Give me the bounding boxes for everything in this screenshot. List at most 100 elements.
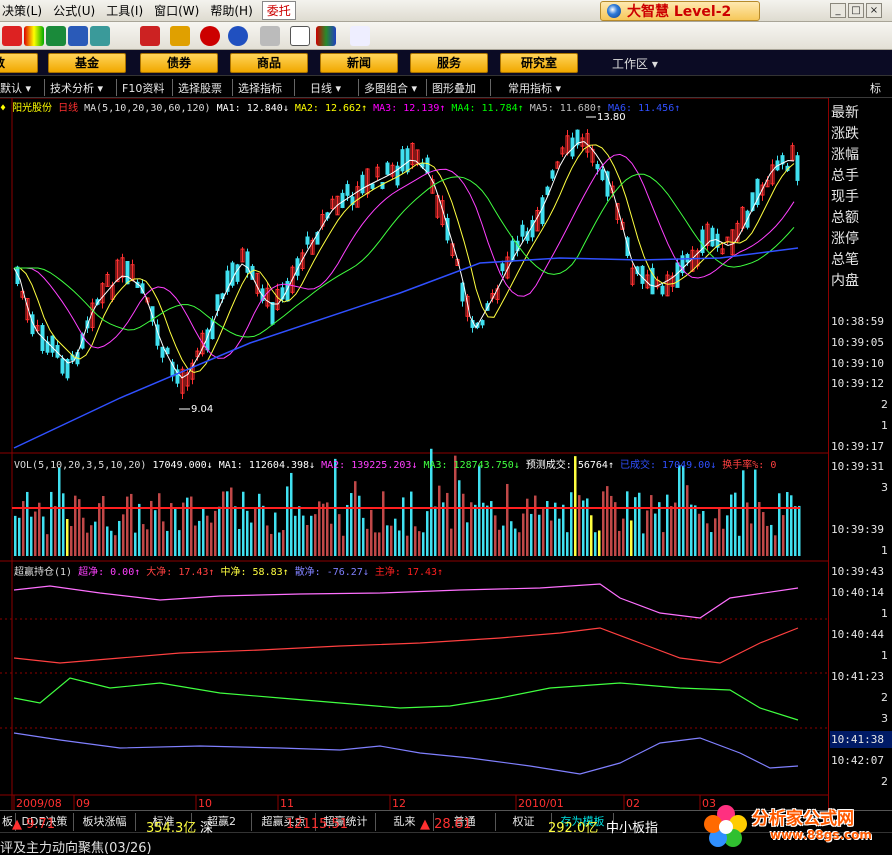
tab-warrant[interactable]: 权证	[496, 813, 552, 831]
news-ticker[interactable]: 评及主力动向聚焦(03/26)	[0, 837, 152, 855]
chart-canvas[interactable]: 13.80 9.04 2009/08 09 10 11 12 2010/01 02 03	[0, 98, 828, 810]
subbar-tech-analysis[interactable]: 技术分析 ▾	[50, 80, 103, 96]
tick-time[interactable]: 10:42:07	[831, 754, 884, 767]
print-icon[interactable]	[260, 26, 280, 46]
help-pointer-icon[interactable]	[350, 26, 370, 46]
diamond-icon[interactable]	[170, 26, 190, 46]
volume-bar	[258, 493, 261, 556]
func-button-commodity[interactable]: 商品	[230, 53, 308, 73]
volume-bar	[34, 511, 37, 556]
volume-bar	[630, 520, 633, 556]
volume-bar	[678, 465, 681, 556]
candle-body	[60, 358, 65, 374]
tick-time[interactable]: 10:39:43	[831, 565, 884, 578]
chart-icon[interactable]	[140, 26, 160, 46]
menu-help[interactable]: 帮助(H)	[208, 2, 261, 19]
subbar-common-indicator[interactable]: 常用指标 ▾	[508, 80, 561, 96]
books-icon[interactable]	[316, 26, 336, 46]
subbar-period[interactable]: 日线 ▾	[310, 80, 341, 96]
func-button-research[interactable]: 研究室	[500, 53, 578, 73]
volume-bar	[306, 525, 309, 556]
volume-bar	[86, 532, 89, 556]
func-button-service[interactable]: 服务	[410, 53, 488, 73]
alert-icon[interactable]	[90, 26, 110, 46]
subbar-default[interactable]: 默认 ▾	[0, 80, 31, 96]
refresh-icon[interactable]	[2, 26, 22, 46]
workspace-dropdown[interactable]: 工作区 ▾	[612, 55, 658, 72]
volume-bar	[742, 470, 745, 556]
volume-bar	[262, 505, 265, 556]
volume-bar	[366, 528, 369, 556]
volume-bar	[522, 513, 525, 556]
volume-bar	[238, 528, 241, 556]
close-button[interactable]: ×	[866, 3, 882, 18]
subbar-select-stock[interactable]: 选择股票	[178, 80, 222, 96]
tick-digit: 2	[881, 775, 888, 788]
tick-digit: 2	[881, 691, 888, 704]
ma-value-6: MA6: 11.456↑	[601, 103, 681, 114]
menu-decision[interactable]: 决策(L)	[0, 2, 51, 19]
volume-bar	[626, 491, 629, 556]
ma-line	[14, 173, 795, 338]
volume-bar	[158, 493, 161, 556]
volume-bar	[346, 504, 349, 556]
red-orb-icon[interactable]	[200, 26, 220, 46]
subbar-tag[interactable]: 标	[870, 80, 881, 96]
tick-time[interactable]: 10:39:39	[831, 523, 884, 536]
grid-icon[interactable]	[46, 26, 66, 46]
func-button-fund[interactable]: 基金	[48, 53, 126, 73]
function-bar: 数 基金 债券 商品 新闻 服务 研究室 工作区 ▾	[0, 50, 892, 76]
func-button-bond[interactable]: 债券	[140, 53, 218, 73]
volume-bar	[706, 523, 709, 556]
volume-bar	[286, 486, 289, 556]
subbar-overlay[interactable]: 图形叠加	[432, 80, 476, 96]
volume-bar	[94, 521, 97, 556]
volume-bar	[330, 523, 333, 556]
func-button-news[interactable]: 新闻	[320, 53, 398, 73]
volume-bar	[614, 502, 617, 556]
menu-tools[interactable]: 工具(I)	[104, 2, 152, 19]
tick-time[interactable]: 10:39:17	[831, 440, 884, 453]
low-price-label: 9.04	[191, 404, 213, 415]
minimize-button[interactable]: _	[830, 3, 846, 18]
quote-list-icon[interactable]	[24, 26, 44, 46]
volume-bar	[718, 508, 721, 556]
volume-bar	[510, 521, 513, 556]
subbar-select-indicator[interactable]: 选择指标	[238, 80, 282, 96]
tick-time[interactable]: 10:40:44	[831, 628, 884, 641]
menu-formula[interactable]: 公式(U)	[51, 2, 104, 19]
tick-time-selected[interactable]: 10:41:38	[831, 733, 884, 746]
volume-bar	[394, 518, 397, 556]
maximize-button[interactable]: □	[848, 3, 864, 18]
candle-body	[385, 162, 390, 175]
candle-body	[405, 148, 410, 173]
subbar-f10[interactable]: F10资料	[122, 80, 164, 96]
volume-bar	[450, 528, 453, 556]
menu-window[interactable]: 窗口(W)	[152, 2, 208, 19]
volume-bar	[110, 530, 113, 556]
tick-time[interactable]: 10:39:05	[831, 336, 884, 349]
tick-time[interactable]: 10:38:59	[831, 315, 884, 328]
func-button-data[interactable]: 数	[0, 53, 38, 73]
search-binocular-icon[interactable]	[68, 26, 88, 46]
volume-bar	[698, 513, 701, 556]
volume-bar	[542, 507, 545, 556]
volume-bar	[514, 528, 517, 556]
icon-toolbar	[0, 22, 892, 50]
tick-time[interactable]: 10:39:31	[831, 460, 884, 473]
volume-bar	[762, 512, 765, 556]
volume-bar	[202, 508, 205, 556]
blue-orb-icon[interactable]	[228, 26, 248, 46]
candle-body	[675, 262, 680, 288]
menu-entrust[interactable]: 委托	[261, 1, 296, 20]
volume-bar	[162, 521, 165, 556]
vol-value: 17049.000↓	[152, 460, 213, 471]
volume-bar	[378, 532, 381, 556]
subbar-multi-chart[interactable]: 多图组合 ▾	[364, 80, 417, 96]
tab-sector-gain[interactable]: 板块涨幅	[74, 813, 136, 831]
tick-time[interactable]: 10:39:12	[831, 377, 884, 390]
window-icon[interactable]	[290, 26, 310, 46]
tick-time[interactable]: 10:39:10	[831, 357, 884, 370]
tick-time[interactable]: 10:41:23	[831, 670, 884, 683]
tick-time[interactable]: 10:40:14	[831, 586, 884, 599]
